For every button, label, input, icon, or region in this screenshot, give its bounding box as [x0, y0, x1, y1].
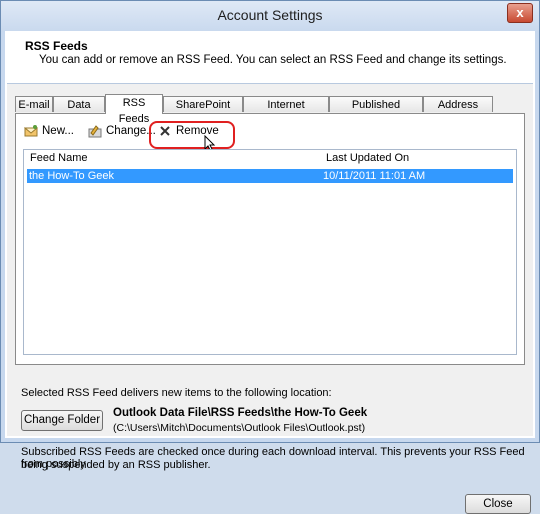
- change-feed-icon: [88, 125, 102, 138]
- header-area: RSS Feeds You can add or remove an RSS F…: [7, 31, 533, 79]
- dialog-body: E-mail Data Files RSS Feeds SharePoint L…: [7, 84, 533, 514]
- new-button[interactable]: New...: [20, 121, 80, 141]
- section-description: You can add or remove an RSS Feed. You c…: [39, 54, 507, 66]
- highlight-circle: [149, 121, 235, 149]
- new-button-label: New...: [42, 125, 74, 137]
- column-header-last-updated[interactable]: Last Updated On: [326, 152, 409, 164]
- tab-internet-calendars[interactable]: Internet Calendars: [243, 96, 329, 127]
- tab-data-files[interactable]: Data Files: [53, 96, 105, 127]
- section-title: RSS Feeds: [25, 39, 88, 53]
- delivery-file-path: (C:\Users\Mitch\Documents\Outlook Files\…: [113, 422, 366, 434]
- close-button[interactable]: Close: [465, 494, 531, 514]
- delivery-folder: Outlook Data File\RSS Feeds\the How-To G…: [113, 407, 368, 419]
- tab-address-books[interactable]: Address Books: [423, 96, 493, 127]
- change-folder-button[interactable]: Change Folder: [21, 410, 103, 431]
- tab-sharepoint-lists[interactable]: SharePoint Lists: [163, 96, 243, 127]
- close-window-icon[interactable]: x: [507, 3, 533, 23]
- feed-list[interactable]: Feed Name Last Updated On the How-To Gee…: [23, 149, 517, 355]
- tab-rss-feeds[interactable]: RSS Feeds: [105, 94, 163, 125]
- window-title: Account Settings: [217, 7, 323, 23]
- last-updated-cell: 10/11/2011 11:01 AM: [323, 170, 426, 182]
- column-header-feed-name[interactable]: Feed Name: [30, 152, 87, 164]
- feed-name-cell: the How-To Geek: [29, 170, 114, 182]
- list-header: Feed Name Last Updated On: [24, 150, 516, 166]
- tab-email[interactable]: E-mail: [15, 96, 53, 112]
- new-feed-icon: [24, 125, 38, 137]
- delivery-location-label: Selected RSS Feed delivers new items to …: [21, 387, 332, 399]
- tab-published-calendars[interactable]: Published Calendars: [329, 96, 423, 127]
- title-bar[interactable]: Account Settings x: [1, 1, 539, 31]
- account-settings-window: Account Settings x RSS Feeds You can add…: [0, 0, 540, 514]
- list-item[interactable]: the How-To Geek 10/11/2011 11:01 AM: [27, 169, 513, 183]
- info-note-line-2: being suspended by an RSS publisher.: [21, 459, 211, 471]
- rss-feeds-panel: New... Change... Remove Feed Name Last U…: [15, 113, 525, 365]
